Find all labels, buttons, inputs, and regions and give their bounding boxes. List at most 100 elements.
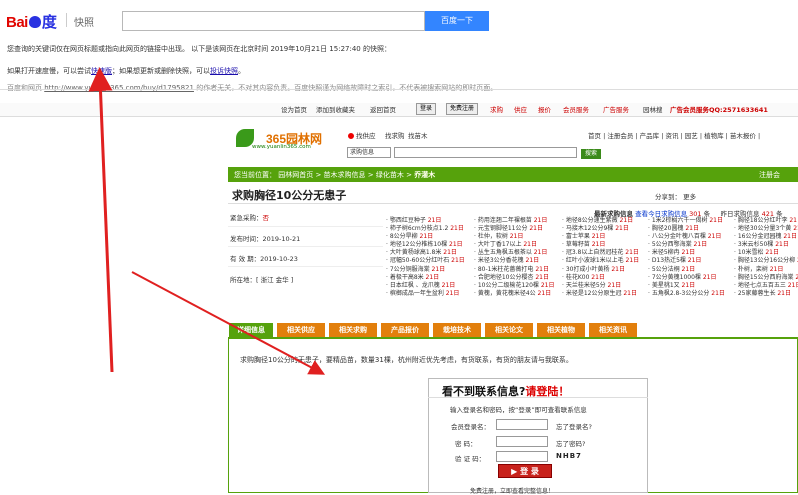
listing-item[interactable]: · 美星桃1又 21日 <box>648 282 725 290</box>
listing-item[interactable]: · 5公分法桐 21日 <box>648 266 725 274</box>
username-input[interactable] <box>496 419 548 430</box>
divider <box>228 226 383 227</box>
password-input[interactable] <box>496 436 548 447</box>
listing-item[interactable]: · 着极干高8米 21日 <box>386 274 465 282</box>
listing-date: 21日 <box>537 289 552 297</box>
main-nav[interactable]: 首页 | 注册会员 | 产品库 | 资讯 | 园艺 | 植物库 | 苗木报价 | <box>588 130 760 140</box>
listing-item[interactable]: · D13热迁5棵 21日 <box>648 257 725 265</box>
listing-item[interactable]: · 地径30公分量3个黄 21日 <box>734 225 798 233</box>
set-homepage-link[interactable]: 设为首页 <box>281 104 307 114</box>
tab-cultivation[interactable]: 栽培技术 <box>433 323 481 337</box>
register-tip[interactable]: 免费注册，立即查看完整信息！ <box>470 486 554 495</box>
listing-item[interactable]: · 7公分黄槐1000棵 21日 <box>648 274 725 282</box>
listing-date: 21日 <box>449 241 463 249</box>
listing-date: 21日 <box>431 265 446 273</box>
listing-date: 21日 <box>591 241 606 249</box>
tab-price[interactable]: 产品报价 <box>381 323 429 337</box>
nav-garden-search[interactable]: 园林搜 <box>643 104 663 114</box>
fast-version-link[interactable]: 快速版 <box>91 67 112 75</box>
captcha-image[interactable]: NHB7 <box>556 452 582 460</box>
tab-news[interactable]: 相关资讯 <box>589 323 637 337</box>
header-divider <box>66 13 67 27</box>
listing-column[interactable]: · 胸径18公分红叶李 21日· 地径30公分量3个黄 21日· 16公分金冠园… <box>734 217 798 298</box>
forgot-password-link[interactable]: 忘了密码? <box>556 438 585 448</box>
listing-date: 21日 <box>529 225 543 233</box>
captcha-input[interactable] <box>496 451 548 462</box>
nav-member-service[interactable]: 会员服务 <box>563 104 589 114</box>
listing-item[interactable]: · 五角枫2.8-3公分公分 21日 <box>648 290 725 298</box>
baidu-search-input[interactable] <box>122 11 425 31</box>
listing-item[interactable]: · 米径是12公分原生冠 21日 <box>562 290 639 298</box>
listing-item[interactable]: · 冠幅50-60公分红叶石 21日 <box>386 257 465 265</box>
radio-supply[interactable]: 找供应 <box>348 130 376 140</box>
listing-item[interactable]: · 红叶小波球1米以上毛 21日 <box>562 257 639 265</box>
register-button[interactable]: 免费注册 <box>446 103 479 115</box>
listing-item[interactable]: · 合肥地径10公分樱杏 21日 <box>474 274 554 282</box>
tab-plants[interactable]: 相关植物 <box>537 323 585 337</box>
listing-item[interactable]: · 胸径13公分16公分柳 21日 <box>734 257 798 265</box>
listing-item[interactable]: · 马接木12公分9棵 21日 <box>562 225 639 233</box>
listing-item[interactable]: · 25家藤蓉生长 21日 <box>734 290 798 298</box>
baidu-search-button[interactable]: 百度一下 <box>425 11 489 31</box>
back-home-link[interactable]: 返回首页 <box>370 104 396 114</box>
radio-seedling[interactable]: 找苗木 <box>408 130 428 140</box>
listing-item[interactable]: · 地径七点五百五三 21日 <box>734 282 798 290</box>
valid-period: 有 效 期：2019-10-23 <box>230 255 298 263</box>
listing-column[interactable]: · 鄂西红豆种子 21日 · 柿子树6cm分枝点1.2 21日 · 8公分旱柳 21… <box>386 217 465 298</box>
listing-column[interactable]: · 药用连翘二年裸根苗 21日 · 元宝钢脚径11公分 21日 · 杜仲，软树 21… <box>474 217 554 298</box>
listing-item[interactable]: · 7公分铜服海棠 21日 <box>386 266 465 274</box>
nav-price[interactable]: 报价 <box>538 104 551 114</box>
nav-supply[interactable]: 供应 <box>514 104 527 114</box>
complain-snapshot-link[interactable]: 投诉快照 <box>210 67 238 75</box>
listing-date: 21日 <box>535 265 549 273</box>
listing-item[interactable]: · 胸径20圆槐 21日 <box>648 225 725 233</box>
radio-dot-icon <box>348 133 354 139</box>
register-link[interactable]: 注册会 <box>759 170 780 180</box>
arrow-right-icon: ▶ <box>511 467 521 476</box>
listing-date: 21日 <box>685 225 699 233</box>
share-bar[interactable]: 分享到： 更多 <box>655 191 696 201</box>
listing-item[interactable]: · 日本红枫 、龙爪槐 21日 <box>386 282 465 290</box>
login-submit-button[interactable]: ▶ 登 录 <box>498 464 552 478</box>
listing-item[interactable]: · 药用连翘二年裸根苗 21日 <box>474 217 554 225</box>
listing-item[interactable]: · 米径3公分香花槐 21日 <box>474 257 554 265</box>
breadcrumb[interactable]: 您当前位置： 园林网首页 > 苗木求购信息 > 绿化苗木 > 乔灌木 <box>234 170 435 180</box>
listing-item[interactable]: · 1米2棕榈六千一偈树 21日 <box>648 217 725 225</box>
original-url-link[interactable]: http://www.yuanlin365.com/buy/d1795821 <box>44 84 194 92</box>
listing-item[interactable]: · 天兰桂米径5分 21日 <box>562 282 639 290</box>
listing-item[interactable]: · 10公分二级榆花120棵 21日 <box>474 282 554 290</box>
baidu-logo[interactable]: Bai 度 <box>6 11 57 32</box>
listing-item[interactable]: · 黄槐，黄花槐米径4公 21日 <box>474 290 554 298</box>
listing-item[interactable]: · 鄂西红豆种子 21日 <box>386 217 465 225</box>
listing-item[interactable]: · 朴树，栾树 21日 <box>734 266 798 274</box>
disclaimer: 百度和网页 http://www.yuanlin365.com/buy/d179… <box>7 84 498 92</box>
login-button[interactable]: 登录 <box>416 103 437 115</box>
listing-item[interactable]: · 槟榔成品一年生盆利 21日 <box>386 290 465 298</box>
tab-related-supply[interactable]: 相关供应 <box>277 323 325 337</box>
listing-item[interactable]: · 桂花K00 21日 <box>562 274 639 282</box>
category-select[interactable]: 求购信息 <box>347 147 391 158</box>
urgent-field: 紧急采购：否 <box>230 214 269 222</box>
listing-column[interactable]: · 地径8公分速生紫薇 21日 · 马接木12公分9棵 21日 · 富士苹果 21日… <box>562 217 639 298</box>
listing-item[interactable]: · 元宝钢脚径11公分 21日 <box>474 225 554 233</box>
listing-date: 21日 <box>783 233 797 241</box>
listing-item[interactable]: · 柿子树6cm分枝点1.2 21日 <box>386 225 465 233</box>
site-search-button[interactable]: 搜索 <box>581 149 601 159</box>
listing-item[interactable]: · 地径8公分速生紫薇 21日 <box>562 217 639 225</box>
tab-detail[interactable]: 详细信息 <box>229 323 273 337</box>
nav-buy[interactable]: 求购 <box>490 104 503 114</box>
listing-item[interactable]: · 80-1米柱花蔷薇打电 21日 <box>474 266 554 274</box>
tab-papers[interactable]: 相关论文 <box>485 323 533 337</box>
nav-ad-service[interactable]: 广告服务 <box>603 104 629 114</box>
listing-column[interactable]: · 1米2棕榈六千一偈树 21日 · 胸径20圆槐 21日 · 八公分金叶槐八百棵 … <box>648 217 725 298</box>
site-search-input[interactable] <box>394 147 577 158</box>
tab-related-buy[interactable]: 相关求购 <box>329 323 377 337</box>
radio-buy[interactable]: 找求购 <box>385 130 405 140</box>
add-favorite-link[interactable]: 添加到收藏夹 <box>316 104 355 114</box>
forgot-username-link[interactable]: 忘了登录名? <box>556 421 592 431</box>
listing-item[interactable]: · 胸径15公分西府海棠 21日 <box>734 274 798 282</box>
listing-item[interactable]: · 胸径18公分红叶李 21日 <box>734 217 798 225</box>
listing-item[interactable]: · 30打成小叶黄杨 21日 <box>562 266 639 274</box>
listing-date: 21日 <box>450 225 464 233</box>
password-label: 密 码： <box>455 440 477 448</box>
